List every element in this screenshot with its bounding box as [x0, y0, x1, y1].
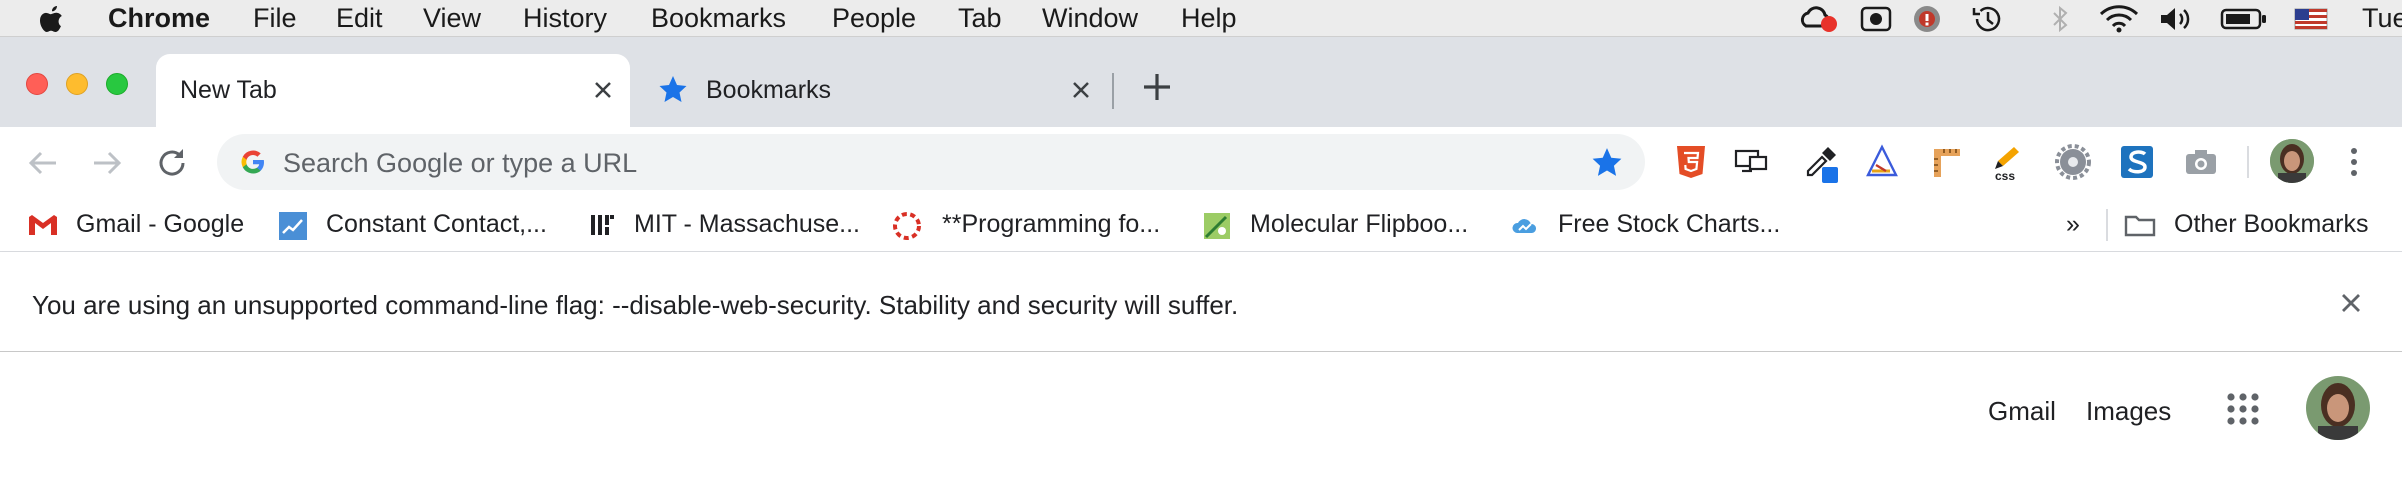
reload-icon[interactable]: [154, 145, 190, 186]
bookmarks-divider: [2106, 209, 2108, 241]
bookmark-label: Free Stock Charts...: [1558, 210, 1781, 238]
window-minimize-button[interactable]: [66, 73, 88, 95]
window-close-button[interactable]: [26, 73, 48, 95]
bookmark-label: Gmail - Google: [76, 210, 245, 238]
ruler-extension-icon[interactable]: [1928, 143, 1966, 181]
bookmark-constant-contact[interactable]: Constant Contact,...: [278, 197, 554, 252]
gmail-favicon-icon: [28, 211, 57, 239]
stock-charts-cloud-favicon-icon: [1510, 211, 1538, 239]
images-link[interactable]: Images: [2086, 396, 2171, 427]
other-bookmarks-label: Other Bookmarks: [2174, 210, 2369, 238]
folder-icon: [2124, 211, 2156, 239]
menu-clock[interactable]: Tue: [2362, 0, 2402, 37]
time-machine-icon[interactable]: [1968, 4, 2008, 39]
omnibox-placeholder: Search Google or type a URL: [283, 148, 638, 178]
svg-text:css: css: [1995, 169, 2015, 183]
toolbar-separator: [2247, 146, 2249, 178]
menu-history[interactable]: History: [523, 0, 607, 37]
profile-avatar[interactable]: [2270, 139, 2314, 183]
wifi-icon[interactable]: [2098, 4, 2140, 39]
macos-menu-bar: Chrome File Edit View History Bookmarks …: [0, 0, 2402, 37]
bookmark-label: **Programming fo...: [942, 210, 1161, 238]
star-favicon-icon: [658, 74, 688, 109]
menu-view[interactable]: View: [423, 0, 481, 37]
s-app-extension-icon[interactable]: [2118, 143, 2156, 181]
chrome-menu-icon[interactable]: [2340, 144, 2368, 185]
apple-menu-icon[interactable]: [38, 0, 66, 37]
back-arrow-icon[interactable]: [26, 146, 60, 185]
menu-people[interactable]: People: [832, 0, 916, 37]
new-tab-page: Gmail Images: [0, 352, 2402, 480]
tab-separator: [1112, 73, 1114, 109]
constant-contact-favicon-icon: [278, 211, 307, 240]
tab-title: New Tab: [180, 76, 277, 104]
html5-extension-icon[interactable]: [1672, 143, 1710, 181]
gmail-link[interactable]: Gmail: [1988, 396, 2056, 427]
menu-tab[interactable]: Tab: [958, 0, 1002, 37]
browser-toolbar: Search Google or type a URL css: [0, 127, 2402, 197]
google-account-avatar[interactable]: [2306, 376, 2370, 440]
google-g-icon: [239, 148, 267, 181]
tab-bookmarks[interactable]: Bookmarks: [640, 54, 1110, 127]
programming-favicon-icon: [892, 211, 921, 240]
bookmarks-bar: Gmail - Google Constant Contact,... MIT …: [0, 197, 2402, 252]
menu-file[interactable]: File: [253, 0, 297, 37]
screen-record-icon[interactable]: [1860, 4, 1892, 39]
tab-strip: New Tab Bookmarks: [0, 37, 2402, 127]
unsupported-flag-infobar: You are using an unsupported command-lin…: [0, 252, 2402, 352]
geometry-tool-extension-icon[interactable]: [1862, 143, 1900, 181]
bookmark-gmail[interactable]: Gmail - Google: [28, 197, 250, 252]
bookmark-label: MIT - Massachuse...: [634, 210, 860, 238]
bookmark-molecular-flipbook[interactable]: Molecular Flipboo...: [1202, 197, 1492, 252]
forward-arrow-icon[interactable]: [90, 146, 124, 185]
alert-app-icon[interactable]: [1910, 4, 1944, 39]
mit-favicon-icon: [588, 211, 616, 239]
us-flag-input-icon[interactable]: [2294, 4, 2328, 39]
new-tab-plus-icon[interactable]: [1140, 70, 1174, 109]
infobar-message: You are using an unsupported command-lin…: [32, 290, 1239, 320]
tab-close-icon[interactable]: [588, 75, 618, 105]
bookmark-programming[interactable]: **Programming fo...: [892, 197, 1178, 252]
infobar-close-icon[interactable]: [2336, 288, 2366, 323]
bookmark-mit[interactable]: MIT - Massachuse...: [588, 197, 864, 252]
menu-app-name[interactable]: Chrome: [108, 0, 210, 37]
window-zoom-button[interactable]: [106, 73, 128, 95]
battery-icon[interactable]: [2220, 4, 2268, 39]
google-apps-grid-icon[interactable]: [2224, 390, 2262, 433]
tab-new-tab[interactable]: New Tab: [156, 54, 630, 127]
camera-extension-icon[interactable]: [2182, 143, 2220, 181]
tab-title: Bookmarks: [706, 76, 832, 104]
bookmarks-overflow-chevron[interactable]: »: [2066, 197, 2080, 252]
menu-help[interactable]: Help: [1181, 0, 1237, 37]
cast-screens-extension-icon[interactable]: [1732, 143, 1770, 181]
other-bookmarks-folder[interactable]: Other Bookmarks: [2124, 197, 2394, 252]
bookmark-label: Molecular Flipboo...: [1250, 210, 1469, 238]
bookmark-star-icon[interactable]: [1591, 146, 1623, 183]
bookmark-label: Constant Contact,...: [326, 210, 547, 238]
settings-gear-extension-icon[interactable]: [2054, 143, 2092, 181]
menu-window[interactable]: Window: [1042, 0, 1138, 37]
menu-bookmarks[interactable]: Bookmarks: [651, 0, 786, 37]
molecular-flipbook-favicon-icon: [1202, 211, 1230, 239]
bookmark-free-stock-charts[interactable]: Free Stock Charts...: [1510, 197, 1790, 252]
eyedropper-extension-icon[interactable]: [1800, 143, 1838, 183]
volume-icon[interactable]: [2158, 4, 2196, 39]
tab-close-icon[interactable]: [1066, 75, 1096, 105]
css-editor-extension-icon[interactable]: css: [1990, 143, 2028, 183]
creative-cloud-icon[interactable]: [1798, 4, 1838, 39]
omnibox-search-input[interactable]: Search Google or type a URL: [217, 134, 1645, 190]
menu-edit[interactable]: Edit: [336, 0, 383, 37]
bluetooth-icon[interactable]: [2048, 4, 2072, 39]
